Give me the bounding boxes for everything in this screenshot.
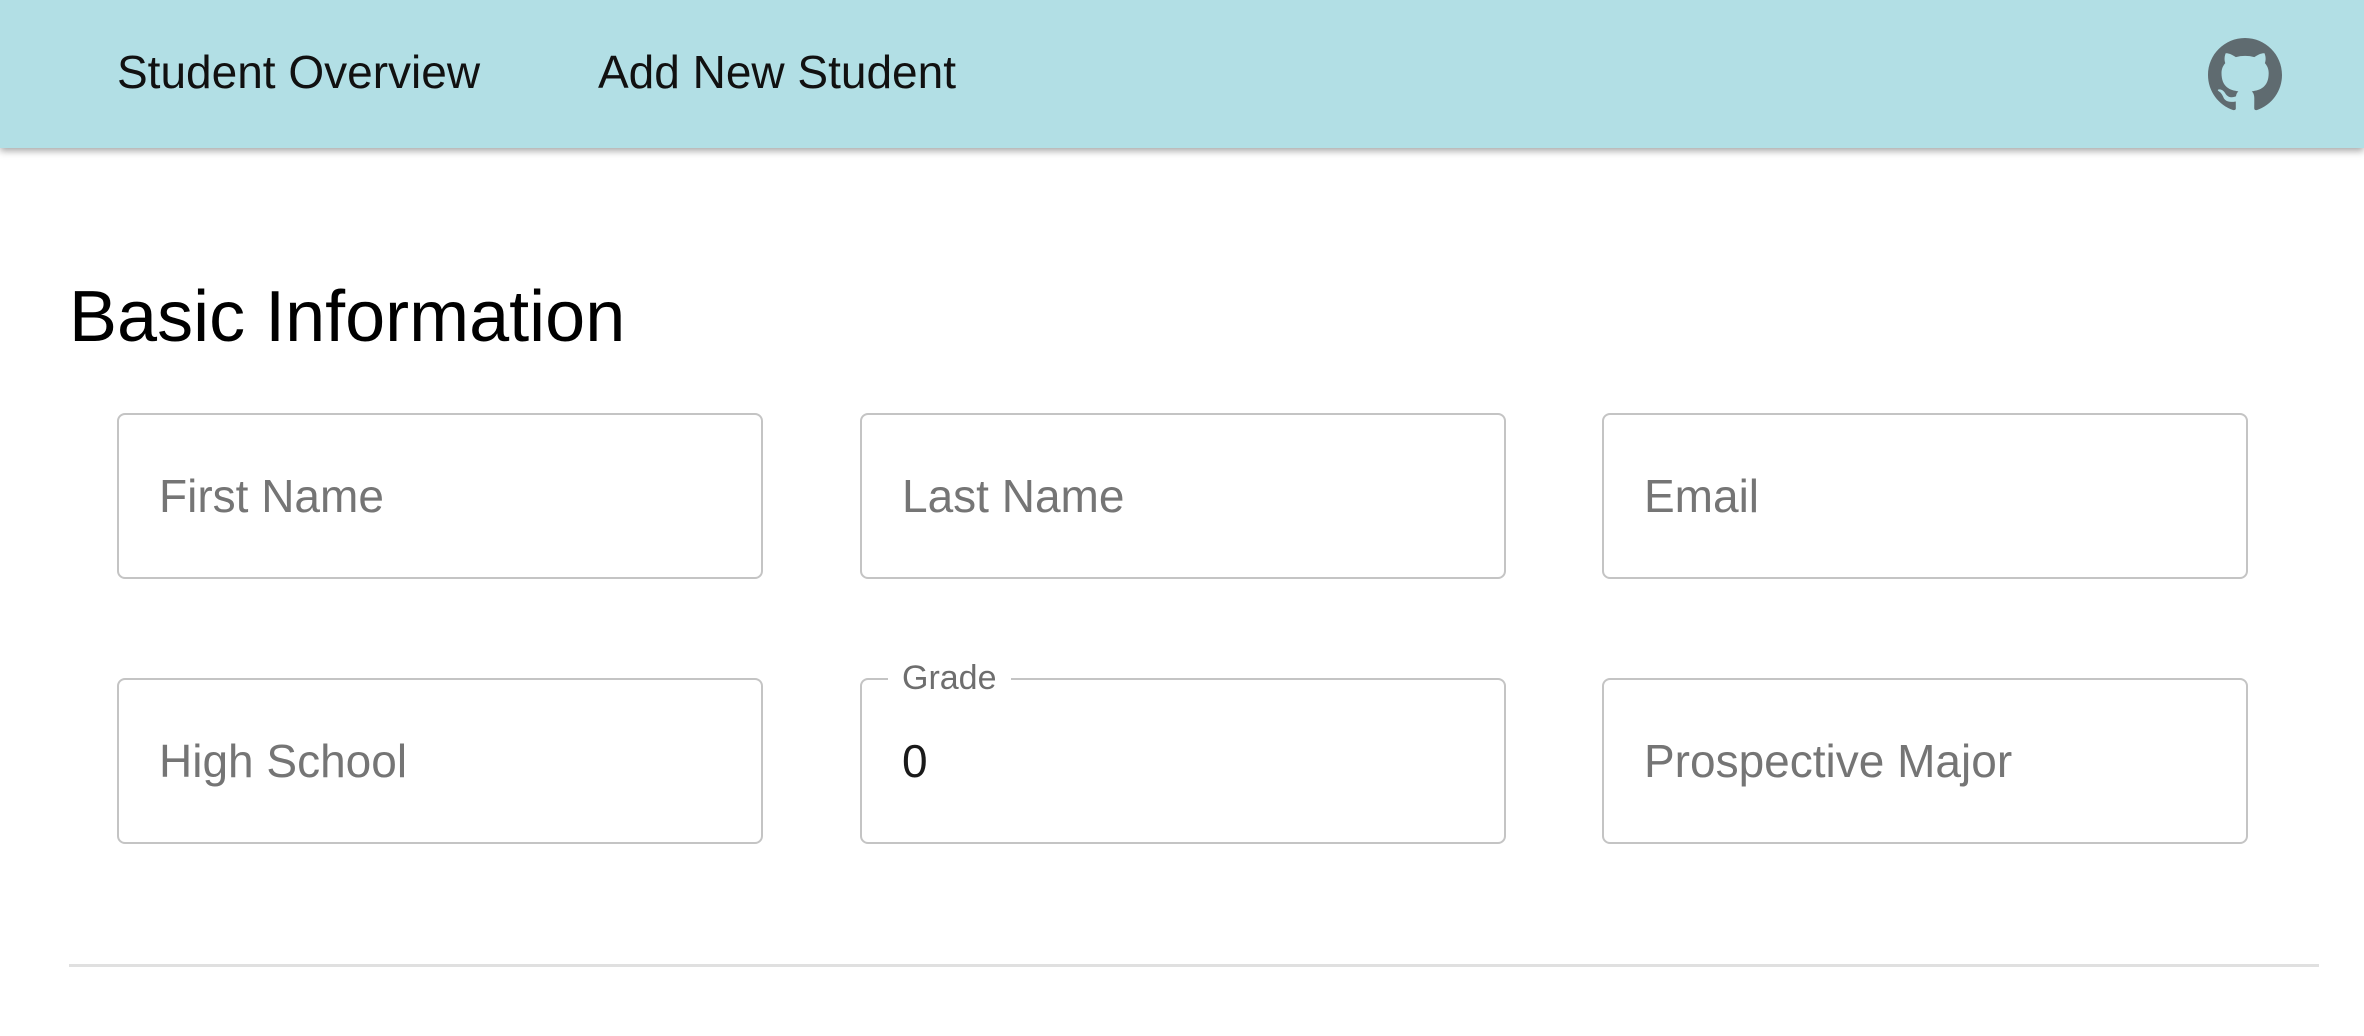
github-icon[interactable] (2208, 38, 2282, 112)
github-icon-graphic (2208, 38, 2282, 111)
high-school-field (117, 678, 763, 844)
prospective-major-field (1602, 678, 2248, 844)
last-name-input[interactable] (902, 415, 1462, 577)
nav-link-student-overview[interactable]: Student Overview (117, 44, 480, 100)
first-name-field (117, 413, 763, 579)
top-navbar: Student Overview Add New Student (0, 0, 2364, 148)
first-name-input[interactable] (159, 415, 719, 577)
email-field (1602, 413, 2248, 579)
nav-link-add-new-student[interactable]: Add New Student (598, 44, 956, 100)
section-title-basic-information: Basic Information (69, 277, 626, 357)
section-divider (69, 964, 2319, 967)
grade-field: Grade (860, 658, 1506, 844)
last-name-field (860, 413, 1506, 579)
email-input[interactable] (1644, 415, 2204, 577)
grade-input[interactable] (902, 680, 1462, 842)
high-school-input[interactable] (159, 680, 719, 842)
prospective-major-input[interactable] (1644, 680, 2204, 842)
